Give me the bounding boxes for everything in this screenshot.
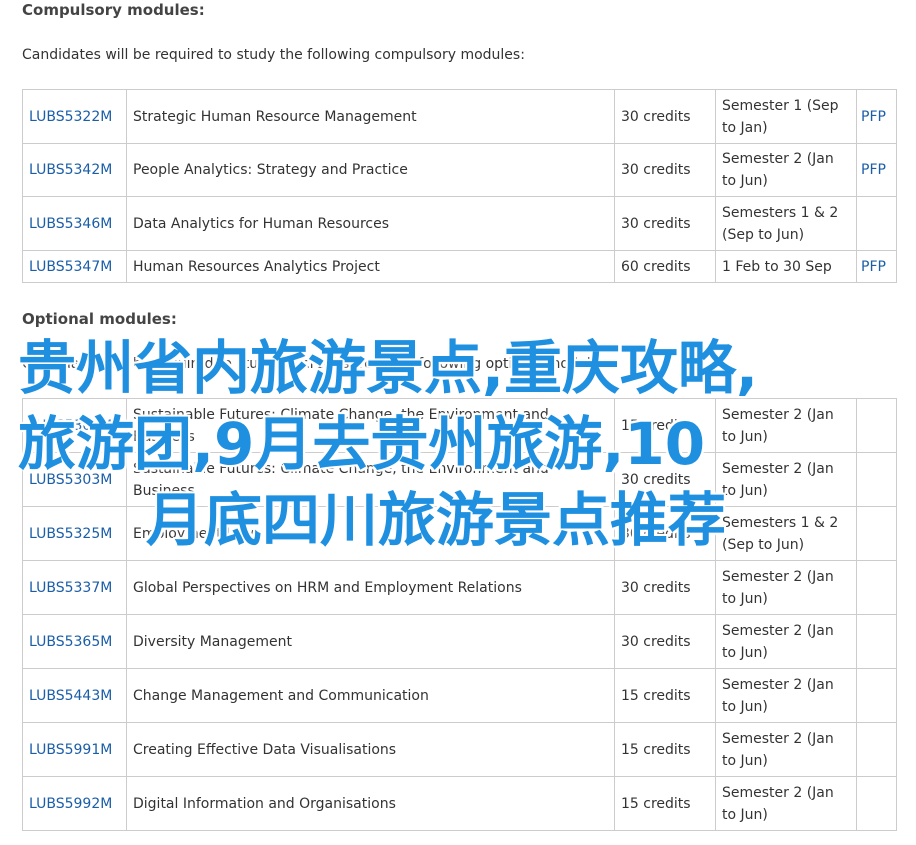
module-semester: Semester 2 (Jan to Jun) <box>715 776 857 831</box>
table-row: LUBS5365M Diversity Management 30 credit… <box>22 614 897 669</box>
page: Compulsory modules: Candidates will be r… <box>0 0 916 845</box>
module-code-link[interactable]: LUBS5325M <box>29 526 112 542</box>
module-title: Human Resources Analytics Project <box>126 250 615 283</box>
module-semester: 1 Feb to 30 Sep <box>715 250 857 283</box>
module-credits: 15 credits <box>614 398 716 453</box>
module-semester: Semester 2 (Jan to Jun) <box>715 722 857 777</box>
pfp-cell <box>856 614 897 669</box>
table-row: LUBS5342M People Analytics: Strategy and… <box>22 143 897 197</box>
module-semester: Semester 2 (Jan to Jun) <box>715 560 857 615</box>
module-title: Sustainable Futures: Climate Change, the… <box>126 398 615 453</box>
pfp-cell <box>856 506 897 561</box>
module-semester: Semester 2 (Jan to Jun) <box>715 143 857 197</box>
optional-heading: Optional modules: <box>22 310 177 328</box>
pfp-cell <box>856 668 897 723</box>
module-code-cell: LUBS5992M <box>22 776 127 831</box>
module-code-cell: LUBS5302M <box>22 398 127 453</box>
pfp-link[interactable]: PFP <box>861 162 886 178</box>
module-credits: 30 credits <box>614 614 716 669</box>
pfp-cell: PFP <box>856 89 897 144</box>
module-title: Digital Information and Organisations <box>126 776 615 831</box>
module-code-link[interactable]: LUBS5302M <box>29 418 112 434</box>
module-semester: Semester 2 (Jan to Jun) <box>715 452 857 507</box>
module-title: Employment Law <box>126 506 615 561</box>
module-title: Strategic Human Resource Management <box>126 89 615 144</box>
module-code-cell: LUBS5325M <box>22 506 127 561</box>
module-title: Creating Effective Data Visualisations <box>126 722 615 777</box>
pfp-link[interactable]: PFP <box>861 259 886 275</box>
pfp-cell <box>856 398 897 453</box>
module-code-cell: LUBS5991M <box>22 722 127 777</box>
pfp-cell: PFP <box>856 143 897 197</box>
module-credits: 30 credits <box>614 143 716 197</box>
compulsory-heading: Compulsory modules: <box>22 1 205 19</box>
module-code-link[interactable]: LUBS5365M <box>29 634 112 650</box>
table-row: LUBS5303M Sustainable Futures: Climate C… <box>22 452 897 507</box>
module-credits: 30 credits <box>614 89 716 144</box>
optional-modules-table: LUBS5302M Sustainable Futures: Climate C… <box>22 398 897 831</box>
table-row: LUBS5337M Global Perspectives on HRM and… <box>22 560 897 615</box>
pfp-cell <box>856 776 897 831</box>
module-code-cell: LUBS5346M <box>22 196 127 251</box>
table-row: LUBS5346M Data Analytics for Human Resou… <box>22 196 897 251</box>
module-code-link[interactable]: LUBS5347M <box>29 259 112 275</box>
module-credits: 15 credits <box>614 668 716 723</box>
table-row: LUBS5325M Employment Law 30 credits Seme… <box>22 506 897 561</box>
module-semester: Semesters 1 & 2 (Sep to Jun) <box>715 196 857 251</box>
table-row: LUBS5992M Digital Information and Organi… <box>22 776 897 831</box>
pfp-cell <box>856 560 897 615</box>
module-semester: Semester 1 (Sep to Jan) <box>715 89 857 144</box>
module-title: Change Management and Communication <box>126 668 615 723</box>
pfp-cell <box>856 196 897 251</box>
pfp-cell <box>856 722 897 777</box>
module-code-link[interactable]: LUBS5992M <box>29 796 112 812</box>
module-code-cell: LUBS5347M <box>22 250 127 283</box>
module-semester: Semesters 1 & 2 (Sep to Jun) <box>715 506 857 561</box>
module-title: Sustainable Futures: Climate Change, the… <box>126 452 615 507</box>
pfp-link[interactable]: PFP <box>861 109 886 125</box>
module-code-cell: LUBS5342M <box>22 143 127 197</box>
pfp-cell: PFP <box>856 250 897 283</box>
compulsory-modules-table: LUBS5322M Strategic Human Resource Manag… <box>22 89 897 283</box>
module-title: Data Analytics for Human Resources <box>126 196 615 251</box>
module-title: Global Perspectives on HRM and Employmen… <box>126 560 615 615</box>
module-title: Diversity Management <box>126 614 615 669</box>
table-row: LUBS5347M Human Resources Analytics Proj… <box>22 250 897 283</box>
pfp-cell <box>856 452 897 507</box>
module-semester: Semester 2 (Jan to Jun) <box>715 398 857 453</box>
optional-intro: Candidates will be required to study 30 … <box>22 356 612 372</box>
module-credits: 15 credits <box>614 722 716 777</box>
module-semester: Semester 2 (Jan to Jun) <box>715 668 857 723</box>
module-credits: 30 credits <box>614 452 716 507</box>
module-title: People Analytics: Strategy and Practice <box>126 143 615 197</box>
module-code-cell: LUBS5322M <box>22 89 127 144</box>
module-code-link[interactable]: LUBS5337M <box>29 580 112 596</box>
module-code-cell: LUBS5337M <box>22 560 127 615</box>
module-credits: 60 credits <box>614 250 716 283</box>
module-code-cell: LUBS5303M <box>22 452 127 507</box>
compulsory-intro: Candidates will be required to study the… <box>22 47 525 63</box>
module-credits: 30 credits <box>614 560 716 615</box>
module-credits: 30 credits <box>614 196 716 251</box>
module-semester: Semester 2 (Jan to Jun) <box>715 614 857 669</box>
module-code-link[interactable]: LUBS5443M <box>29 688 112 704</box>
table-row: LUBS5443M Change Management and Communic… <box>22 668 897 723</box>
table-row: LUBS5991M Creating Effective Data Visual… <box>22 722 897 777</box>
module-code-link[interactable]: LUBS5991M <box>29 742 112 758</box>
module-code-link[interactable]: LUBS5303M <box>29 472 112 488</box>
module-code-cell: LUBS5365M <box>22 614 127 669</box>
module-code-link[interactable]: LUBS5322M <box>29 109 112 125</box>
module-credits: 30 credits <box>614 506 716 561</box>
module-credits: 15 credits <box>614 776 716 831</box>
table-row: LUBS5322M Strategic Human Resource Manag… <box>22 89 897 144</box>
module-code-link[interactable]: LUBS5346M <box>29 216 112 232</box>
module-code-cell: LUBS5443M <box>22 668 127 723</box>
table-row: LUBS5302M Sustainable Futures: Climate C… <box>22 398 897 453</box>
module-code-link[interactable]: LUBS5342M <box>29 162 112 178</box>
